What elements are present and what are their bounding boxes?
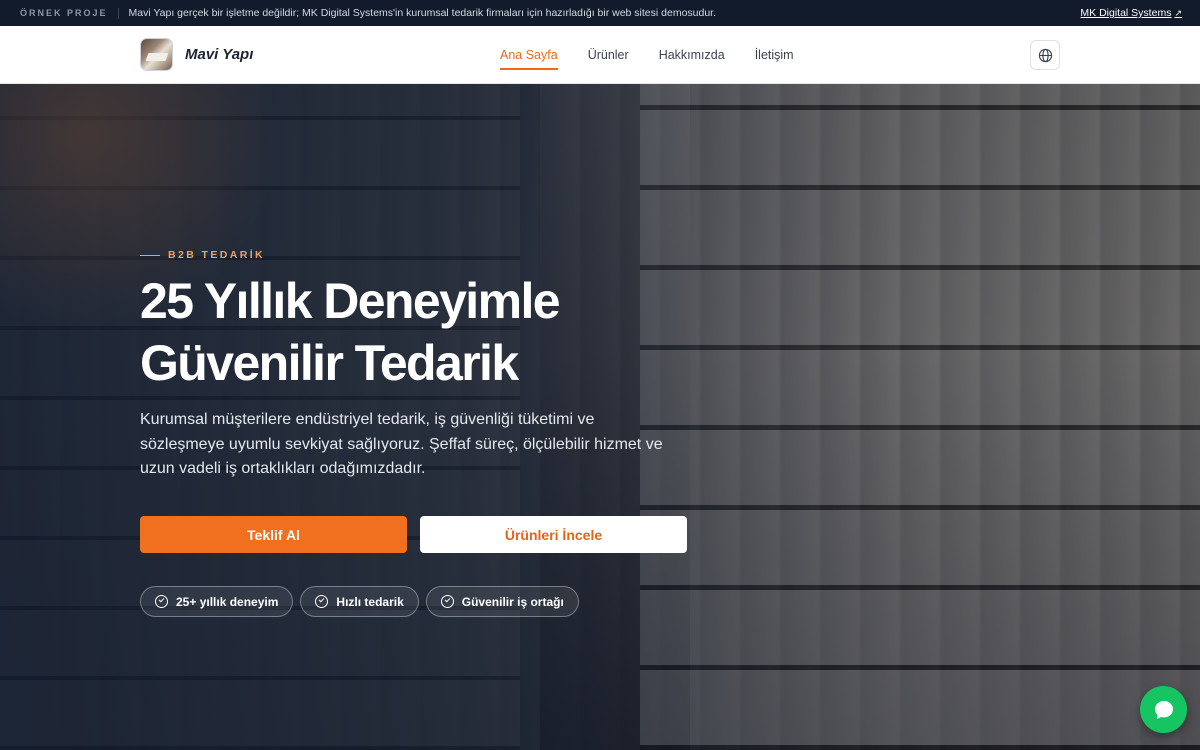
external-arrow-icon: ↗ [1174,7,1182,18]
nav-item-products[interactable]: Ürünler [588,26,629,83]
demo-notice: Mavi Yapı gerçek bir işletme değildir; M… [128,7,717,19]
mk-digital-link-label: MK Digital Systems [1080,7,1172,19]
browse-products-button[interactable]: Ürünleri İncele [420,516,687,553]
language-button[interactable] [1030,40,1060,70]
main-nav: Ana Sayfa Ürünler Hakkımızda İletişim [500,26,824,83]
hero-badges: 25+ yıllık deneyim Hızlı tedarik Güvenil… [140,586,579,617]
badge-fast-supply: Hızlı tedarik [300,586,419,617]
hero-lead: Kurumsal müşterilere endüstriyel tedarik… [140,411,663,477]
topbar-divider [117,7,119,19]
badge-label: 25+ yıllık deneyim [176,594,279,609]
announcement-bar: ÖRNEK PROJE Mavi Yapı gerçek bir işletme… [0,0,1200,26]
hero-title-line1: 25 Yıllık Deneyimle [140,273,561,329]
eyebrow-text: B2B TEDARİK [168,249,265,261]
badge-label: Güvenilir iş ortağı [461,594,564,609]
eyebrow-line [140,254,160,256]
nav-item-home[interactable]: Ana Sayfa [500,26,558,83]
site-header: Mavi Yapı Ana Sayfa Ürünler Hakkımızda İ… [0,26,1200,84]
nav-item-about[interactable]: Hakkımızda [659,26,725,83]
check-circle-icon [155,595,168,608]
demo-tag: ÖRNEK PROJE [20,8,108,18]
check-circle-icon [315,595,329,608]
mk-digital-link[interactable]: MK Digital Systems ↗ [1080,7,1182,19]
check-circle-icon [440,595,454,608]
hero-eyebrow: B2B TEDARİK [140,249,265,261]
nav-item-contact[interactable]: İletişim [755,26,794,83]
badge-label: Hızlı tedarik [336,594,404,609]
hero-title: 25 Yıllık Deneyimle Güvenilir Tedarik [140,270,700,394]
brand-name: Mavi Yapı [185,46,254,63]
brand-logo[interactable]: Mavi Yapı [140,38,253,71]
badge-experience: 25+ yıllık deneyim [140,586,294,617]
logo-image [140,38,173,71]
get-quote-button[interactable]: Teklif Al [140,516,407,553]
globe-icon [1038,48,1052,62]
badge-trusted-partner: Güvenilir iş ortağı [425,586,579,617]
hero-title-line2: Güvenilir Tedarik [140,335,519,391]
chat-button[interactable] [1140,686,1187,733]
chat-bubble-icon [1154,700,1173,719]
hero-section: B2B TEDARİK 25 Yıllık Deneyimle Güvenili… [0,84,1200,750]
